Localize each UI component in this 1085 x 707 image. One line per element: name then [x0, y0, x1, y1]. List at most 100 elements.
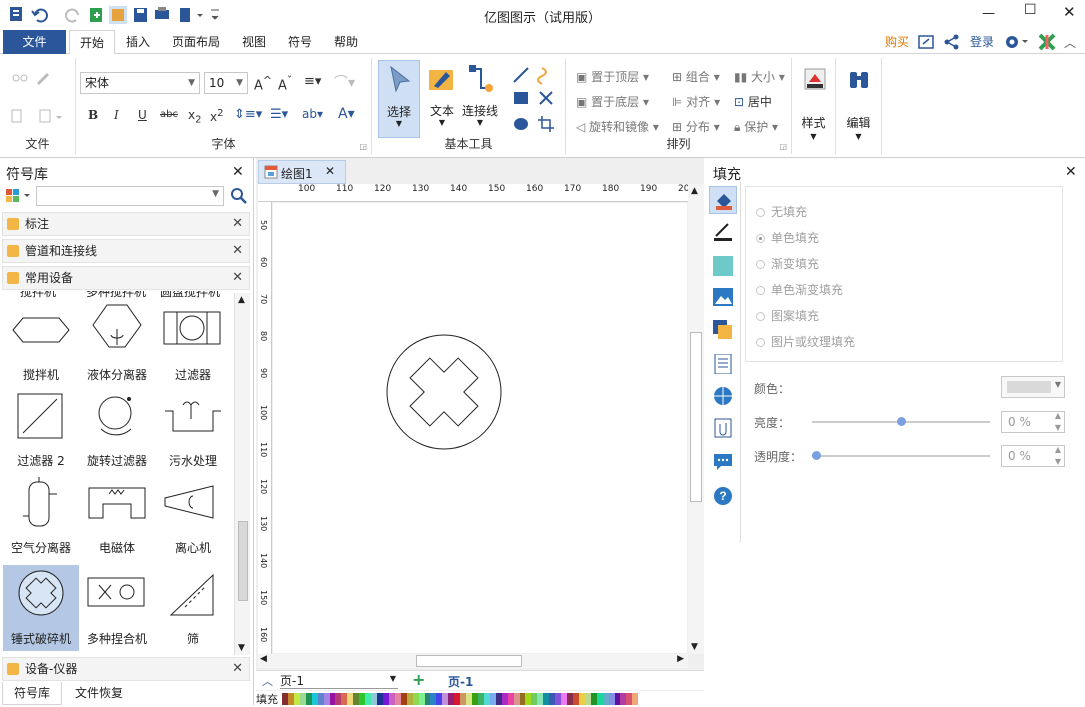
color-swatch[interactable]: [632, 693, 639, 705]
symbol-filter[interactable]: 过滤器: [155, 301, 231, 387]
close-library-icon[interactable]: ✕: [232, 164, 244, 180]
brightness-slider-thumb[interactable]: [897, 417, 906, 426]
document-tab[interactable]: 绘图1 ✕: [258, 160, 346, 184]
close-category-icon[interactable]: ✕: [232, 240, 243, 262]
font-color-button[interactable]: A▾: [338, 106, 355, 122]
add-page-icon[interactable]: +: [412, 670, 425, 689]
tab-symbol[interactable]: 符号: [280, 30, 320, 54]
comment-icon[interactable]: [713, 452, 733, 472]
text-direction-button[interactable]: ⌒▾: [334, 72, 355, 92]
tab-file[interactable]: 文件: [3, 30, 66, 54]
library-scrollbar[interactable]: ▲ ▼: [234, 293, 250, 655]
line-spacing-button[interactable]: ⇕≡▾: [234, 107, 262, 122]
send-to-back-button[interactable]: ▣ 置于底层 ▾: [576, 93, 649, 110]
tab-file-recovery[interactable]: 文件恢复: [64, 682, 134, 705]
library-search-input[interactable]: ▼: [36, 186, 224, 206]
hyperlink-globe-icon[interactable]: [713, 386, 733, 406]
canvas-horizontal-scrollbar[interactable]: ◀ ▶: [258, 654, 688, 668]
color-swatches[interactable]: [282, 693, 639, 705]
transparency-slider-thumb[interactable]: [812, 451, 821, 460]
font-size-select[interactable]: 10 ▼: [204, 72, 248, 94]
page-tab[interactable]: 页-1: [448, 673, 473, 690]
fill-tool-icon[interactable]: [709, 186, 737, 214]
radio-solid-fill[interactable]: 单色填充: [756, 229, 819, 246]
radio-pattern-fill[interactable]: 图案填充: [756, 307, 819, 324]
buy-link[interactable]: 购买: [880, 30, 914, 54]
text-tool-button[interactable]: 文本 ▼: [424, 60, 460, 138]
group-button[interactable]: ⊞ 组合 ▾: [672, 68, 720, 85]
superscript-button[interactable]: x2: [210, 108, 223, 124]
category-pipes[interactable]: 管道和连接线 ✕: [2, 239, 250, 263]
canvas-hscroll-thumb[interactable]: [416, 655, 522, 667]
text-highlight-button[interactable]: ab▾: [302, 107, 323, 121]
close-category-icon[interactable]: ✕: [232, 658, 243, 680]
font-dialog-launcher-icon[interactable]: ◲: [359, 142, 367, 151]
radio-no-fill[interactable]: 无填充: [756, 203, 807, 220]
scroll-up-icon[interactable]: ▲: [691, 186, 698, 196]
drawing-page[interactable]: [273, 203, 687, 653]
scroll-right-icon[interactable]: ▶: [677, 654, 684, 664]
symbol-mixer[interactable]: 搅拌机: [3, 301, 79, 387]
tab-home[interactable]: 开始: [69, 30, 115, 54]
library-menu-icon[interactable]: [6, 188, 32, 204]
bring-to-front-button[interactable]: ▣ 置于顶层 ▾: [576, 68, 649, 85]
category-annotation[interactable]: 标注 ✕: [2, 212, 250, 236]
color-picker[interactable]: ▼: [1001, 376, 1065, 398]
scroll-down-icon[interactable]: ▼: [691, 642, 698, 652]
page-properties-icon[interactable]: [713, 354, 733, 374]
symbol-screen[interactable]: 筛: [155, 565, 231, 651]
symbol-air-separator[interactable]: 空气分离器: [3, 474, 79, 560]
symbol-hammer-crusher[interactable]: 锤式破碎机: [3, 565, 79, 651]
close-category-icon[interactable]: ✕: [232, 213, 243, 235]
transparency-input[interactable]: 0 % ▲ ▼: [1001, 445, 1065, 467]
hammer-crusher-shape[interactable]: [385, 333, 503, 451]
login-link[interactable]: 登录: [966, 30, 998, 54]
style-dropdown-icon[interactable]: ▼: [792, 132, 835, 141]
grow-font-button[interactable]: A^: [254, 74, 272, 93]
align-button[interactable]: ⊫ 对齐 ▾: [672, 93, 720, 110]
layer-tool-icon[interactable]: [713, 320, 733, 340]
underline-button[interactable]: U: [138, 108, 147, 122]
font-name-select[interactable]: 宋体 ▼: [80, 72, 200, 94]
scroll-up-icon[interactable]: ▲: [238, 295, 245, 305]
tab-symbol-library[interactable]: 符号库: [2, 682, 62, 705]
size-button[interactable]: ▮▮ 大小 ▾: [734, 68, 785, 85]
scroll-left-icon[interactable]: ◀: [260, 654, 267, 664]
bullets-button[interactable]: ☰▾: [270, 107, 288, 122]
strikethrough-button[interactable]: abc: [160, 109, 178, 120]
symbol-liquid-separator[interactable]: 液体分离器: [79, 301, 155, 387]
transparency-slider[interactable]: [812, 451, 990, 460]
center-button[interactable]: ⊡ 居中: [734, 93, 772, 110]
share-window-icon[interactable]: [918, 34, 936, 50]
radio-picture-fill[interactable]: 图片或纹理填充: [756, 333, 855, 350]
tab-view[interactable]: 视图: [234, 30, 274, 54]
search-icon[interactable]: [230, 187, 248, 205]
page-select[interactable]: 页-1 ▼: [280, 672, 398, 689]
share-icon[interactable]: [944, 34, 960, 50]
close-document-icon[interactable]: ✕: [325, 164, 335, 178]
symbol-sewage-treatment[interactable]: 污水处理: [155, 387, 231, 473]
bold-button[interactable]: B: [88, 108, 98, 122]
radio-single-gradient-fill[interactable]: 单色渐变填充: [756, 281, 843, 298]
brightness-slider[interactable]: [812, 417, 990, 426]
tab-page-layout[interactable]: 页面布局: [165, 30, 227, 54]
tab-help[interactable]: 帮助: [326, 30, 366, 54]
close-window-button[interactable]: ✕: [1063, 3, 1076, 21]
arrange-dialog-launcher-icon[interactable]: ◲: [779, 142, 787, 151]
symbol-multi-kneader[interactable]: 多种捏合机: [79, 565, 155, 651]
close-category-icon[interactable]: ✕: [232, 267, 243, 289]
image-tool-icon[interactable]: [713, 288, 733, 306]
library-scroll-thumb[interactable]: [238, 521, 248, 601]
theme-icon[interactable]: [1038, 33, 1056, 51]
edit-button[interactable]: 编辑: [836, 114, 881, 131]
edit-dropdown-icon[interactable]: ▼: [836, 132, 881, 141]
connector-tool-button[interactable]: 连接线 ▼: [460, 60, 500, 138]
settings-gear-icon[interactable]: [1004, 34, 1030, 50]
italic-button[interactable]: I: [114, 108, 119, 122]
protect-button[interactable]: 🔒︎ 保护 ▾: [734, 118, 778, 135]
line-tool-icon[interactable]: [713, 222, 733, 242]
text-align-button[interactable]: ≡▾: [304, 74, 321, 89]
attachment-icon[interactable]: [713, 418, 733, 438]
symbol-electromagnet[interactable]: 电磁体: [79, 474, 155, 560]
symbol-centrifuge[interactable]: 离心机: [155, 474, 231, 560]
